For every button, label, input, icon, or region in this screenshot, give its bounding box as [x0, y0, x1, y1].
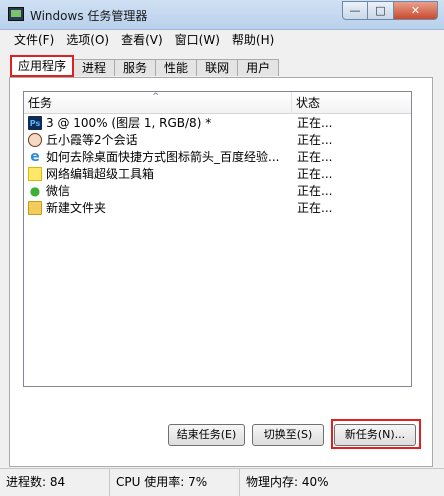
task-name: 新建文件夹 [46, 201, 107, 215]
ie-browser-icon: e [30, 149, 40, 165]
menu-help[interactable]: 帮助(H) [228, 30, 282, 50]
column-header-status[interactable]: 状态 [292, 92, 411, 114]
task-name: 网络编辑超级工具箱 [46, 167, 155, 181]
window-title: Windows 任务管理器 [30, 9, 148, 23]
column-header-task[interactable]: ^ 任务 [24, 92, 292, 114]
end-task-button[interactable]: 结束任务(E) [168, 424, 245, 446]
qq-avatar-icon [28, 133, 42, 147]
menu-bar: 文件(F) 选项(O) 查看(V) 窗口(W) 帮助(H) [0, 30, 444, 50]
table-row[interactable]: e 如何去除桌面快捷方式图标箭头_百度经验... 正在... [24, 149, 411, 166]
tab-users[interactable]: 用户 [237, 59, 280, 76]
sticky-note-icon [28, 167, 42, 181]
menu-window[interactable]: 窗口(W) [171, 30, 228, 50]
task-name: 3 @ 100% (图层 1, RGB/8) * [46, 116, 212, 130]
folder-icon [28, 201, 42, 215]
menu-options[interactable]: 选项(O) [62, 30, 117, 50]
task-name: 微信 [46, 184, 71, 198]
table-row[interactable]: 丘小霞等2个会话 正在... [24, 132, 411, 149]
close-button[interactable]: ✕ [394, 1, 438, 20]
task-status: 正在... [297, 201, 333, 215]
task-status: 正在... [297, 167, 333, 181]
table-row[interactable]: 新建文件夹 正在... [24, 200, 411, 217]
tab-strip: 应用程序 进程 服务 性能 联网 用户 [10, 55, 280, 77]
task-manager-icon [8, 7, 24, 21]
task-name: 如何去除桌面快捷方式图标箭头_百度经验... [46, 150, 280, 164]
cpu-usage: CPU 使用率: 7% [110, 469, 240, 496]
menu-view[interactable]: 查看(V) [117, 30, 171, 50]
tab-services[interactable]: 服务 [114, 59, 157, 76]
task-status: 正在... [297, 116, 333, 130]
minimize-button[interactable]: — [342, 1, 368, 20]
menu-file[interactable]: 文件(F) [10, 30, 62, 50]
wechat-icon: ● [29, 184, 41, 198]
column-task-label: 任务 [28, 96, 53, 110]
title-bar: Windows 任务管理器 — □ ✕ [0, 0, 444, 30]
tab-processes[interactable]: 进程 [73, 59, 116, 76]
switch-to-button[interactable]: 切换至(S) [252, 424, 324, 446]
status-bar: 进程数: 84 CPU 使用率: 7% 物理内存: 40% [0, 468, 444, 496]
memory-usage: 物理内存: 40% [246, 475, 329, 489]
tab-performance[interactable]: 性能 [155, 59, 198, 76]
tab-applications[interactable]: 应用程序 [10, 55, 75, 77]
table-row[interactable]: 网络编辑超级工具箱 正在... [24, 166, 411, 183]
new-task-button[interactable]: 新任务(N)... [334, 424, 416, 446]
task-list[interactable]: ^ 任务 状态 Ps 3 @ 100% (图层 1, RGB/8) * 正在..… [23, 91, 412, 387]
task-status: 正在... [297, 150, 333, 164]
maximize-button[interactable]: □ [368, 1, 394, 20]
table-row[interactable]: Ps 3 @ 100% (图层 1, RGB/8) * 正在... [24, 115, 411, 132]
task-status: 正在... [297, 133, 333, 147]
tab-networking[interactable]: 联网 [196, 59, 239, 76]
sort-arrow-icon: ^ [152, 92, 160, 102]
task-rows: Ps 3 @ 100% (图层 1, RGB/8) * 正在... 丘小霞等2个… [24, 115, 411, 217]
process-count: 进程数: 84 [0, 469, 110, 496]
task-status: 正在... [297, 184, 333, 198]
photoshop-icon: Ps [28, 116, 42, 130]
window-controls: — □ ✕ [342, 1, 438, 20]
task-name: 丘小霞等2个会话 [46, 133, 138, 147]
column-headers: ^ 任务 状态 [24, 92, 411, 114]
table-row[interactable]: ● 微信 正在... [24, 183, 411, 200]
main-frame: 应用程序 进程 服务 性能 联网 用户 ^ 任务 状态 Ps 3 @ 100% … [0, 50, 444, 468]
